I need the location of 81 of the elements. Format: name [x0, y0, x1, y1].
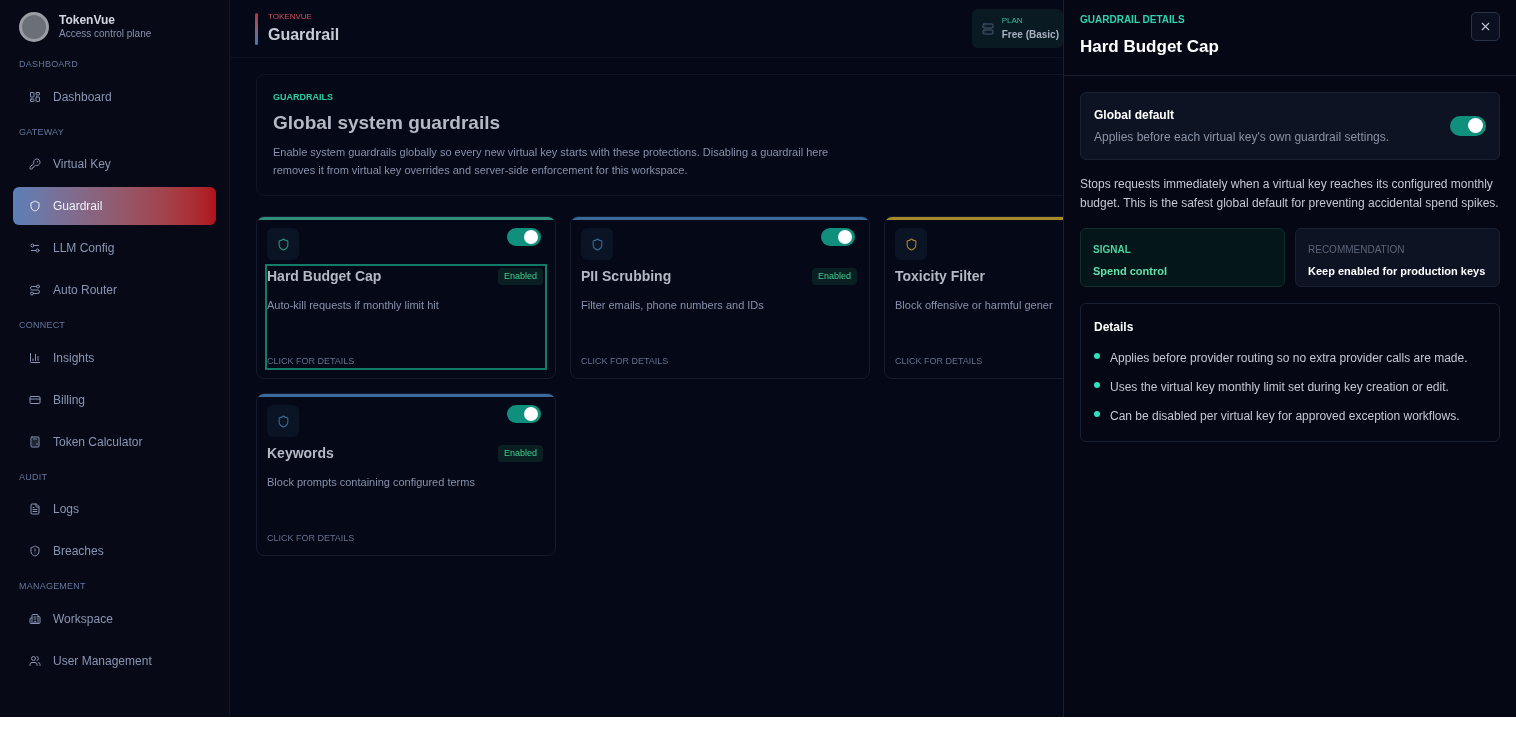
close-button[interactable]	[1471, 12, 1500, 41]
stat-value: Spend control	[1093, 263, 1168, 279]
card-title: Keywords	[267, 444, 334, 463]
bar-chart-icon	[29, 351, 41, 364]
shield-icon	[276, 414, 290, 428]
bullet-icon	[1094, 353, 1100, 359]
toggle-switch[interactable]	[507, 405, 541, 423]
card-description: Block prompts containing configured terms	[267, 475, 476, 490]
toggle-switch[interactable]	[507, 228, 541, 246]
detail-item: Uses the virtual key monthly limit set during key creation or edit.	[1110, 379, 1449, 396]
status-badge: Enabled	[811, 267, 857, 286]
section-label: AUDIT	[18, 470, 49, 484]
plan-label: PLAN	[1001, 15, 1024, 27]
nav-item[interactable]: Dashboard	[13, 77, 216, 116]
intro-eyebrow: GUARDRAILS	[273, 91, 334, 104]
shield-icon	[29, 200, 41, 212]
nav-item[interactable]: Workspace	[13, 599, 216, 638]
credit-card-icon	[29, 393, 41, 406]
card-title: PII Scrubbing	[581, 267, 672, 286]
nav-item[interactable]: Auto Router	[13, 271, 216, 309]
setting-description: Applies before each virtual key's own guardrail settings.	[1094, 128, 1390, 146]
toggle-switch[interactable]	[1450, 115, 1486, 136]
nav-item[interactable]: Token Calculator	[13, 422, 216, 461]
section-label: DASHBOARD	[18, 58, 80, 71]
dashboard-icon	[29, 90, 41, 103]
details-link[interactable]: CLICK FOR DETAILS	[581, 354, 859, 368]
section-label: CONNECT	[18, 319, 67, 332]
summary-text: Stops requests immediately when a virtual key reaches its configured monthly budget. This is the safest global default for preventing accidental spend spikes.	[1080, 175, 1500, 212]
section-label: GATEWAY	[18, 125, 65, 139]
guardrail-card[interactable]: Keywords Enabled Block prompts containing configured terms CLICK FOR DETAILS	[256, 393, 556, 556]
shield-alert-icon	[29, 545, 41, 557]
nav-item[interactable]: Guardrail	[13, 187, 216, 225]
document-icon	[29, 503, 41, 515]
guardrail-card[interactable]: PII Scrubbing Enabled Filter emails, phone numbers and IDs CLICK FOR DETAILS	[570, 216, 870, 379]
shield-icon	[590, 237, 604, 251]
nav-item[interactable]: Breaches	[13, 532, 216, 570]
building-icon	[29, 612, 41, 625]
stat-label: RECOMMENDATION	[1308, 242, 1406, 257]
intro-description: Enable system guardrails globally so every new virtual key starts with these protections. Disabling a guardrail here removes it from virtual key overrides and server-side enforcement for this workspace.	[273, 145, 830, 178]
header-eyebrow: TOKENVUE	[268, 10, 313, 23]
key-icon	[29, 158, 41, 170]
toggle-switch[interactable]	[821, 228, 855, 246]
server-icon	[981, 22, 994, 35]
logo-icon	[19, 12, 49, 42]
nav-item[interactable]: Insights	[13, 338, 216, 377]
details-title: Details	[1094, 318, 1135, 336]
stat-value: Keep enabled for production keys	[1308, 263, 1487, 279]
nav-item[interactable]: LLM Config	[13, 229, 216, 267]
drawer-title: Hard Budget Cap	[1080, 36, 1219, 58]
bullet-icon	[1094, 382, 1100, 388]
card-title: Hard Budget Cap	[267, 267, 382, 286]
plan-value: Free (Basic)	[1001, 28, 1059, 42]
status-badge: Enabled	[497, 444, 543, 463]
section-label: MANAGEMENT	[18, 580, 87, 593]
card-title: Toxicity Filter	[895, 267, 985, 286]
card-description: Block offensive or harmful gener	[895, 298, 1054, 313]
nav-item[interactable]: User Management	[13, 641, 216, 680]
card-description: Auto-kill requests if monthly limit hit	[267, 298, 440, 313]
setting-title: Global default	[1094, 106, 1175, 124]
stat-label: SIGNAL	[1093, 242, 1132, 257]
details-link[interactable]: CLICK FOR DETAILS	[267, 354, 545, 368]
drawer-eyebrow: GUARDRAIL DETAILS	[1080, 13, 1186, 27]
status-badge: Enabled	[497, 267, 543, 286]
nav-item[interactable]: Virtual Key	[13, 145, 216, 183]
shield-icon	[904, 237, 918, 251]
route-icon	[29, 284, 41, 296]
close-icon	[1479, 20, 1492, 33]
page-title: Guardrail	[268, 24, 340, 45]
sliders-icon	[29, 242, 41, 254]
guardrail-card[interactable]: Hard Budget Cap Enabled Auto-kill requests if monthly limit hit CLICK FOR DETAILS	[256, 216, 556, 379]
detail-item: Can be disabled per virtual key for approved exception workflows.	[1110, 408, 1460, 425]
bullet-icon	[1094, 411, 1100, 417]
card-description: Filter emails, phone numbers and IDs	[581, 298, 765, 313]
nav-item[interactable]: Logs	[13, 490, 216, 528]
calculator-icon	[29, 435, 41, 448]
brand-name: TokenVue	[59, 13, 116, 29]
details-link[interactable]: CLICK FOR DETAILS	[267, 531, 545, 545]
shield-icon	[276, 237, 290, 251]
users-icon	[29, 654, 41, 667]
brand-subtitle: Access control plane	[59, 28, 152, 41]
nav-item[interactable]: Billing	[13, 380, 216, 419]
